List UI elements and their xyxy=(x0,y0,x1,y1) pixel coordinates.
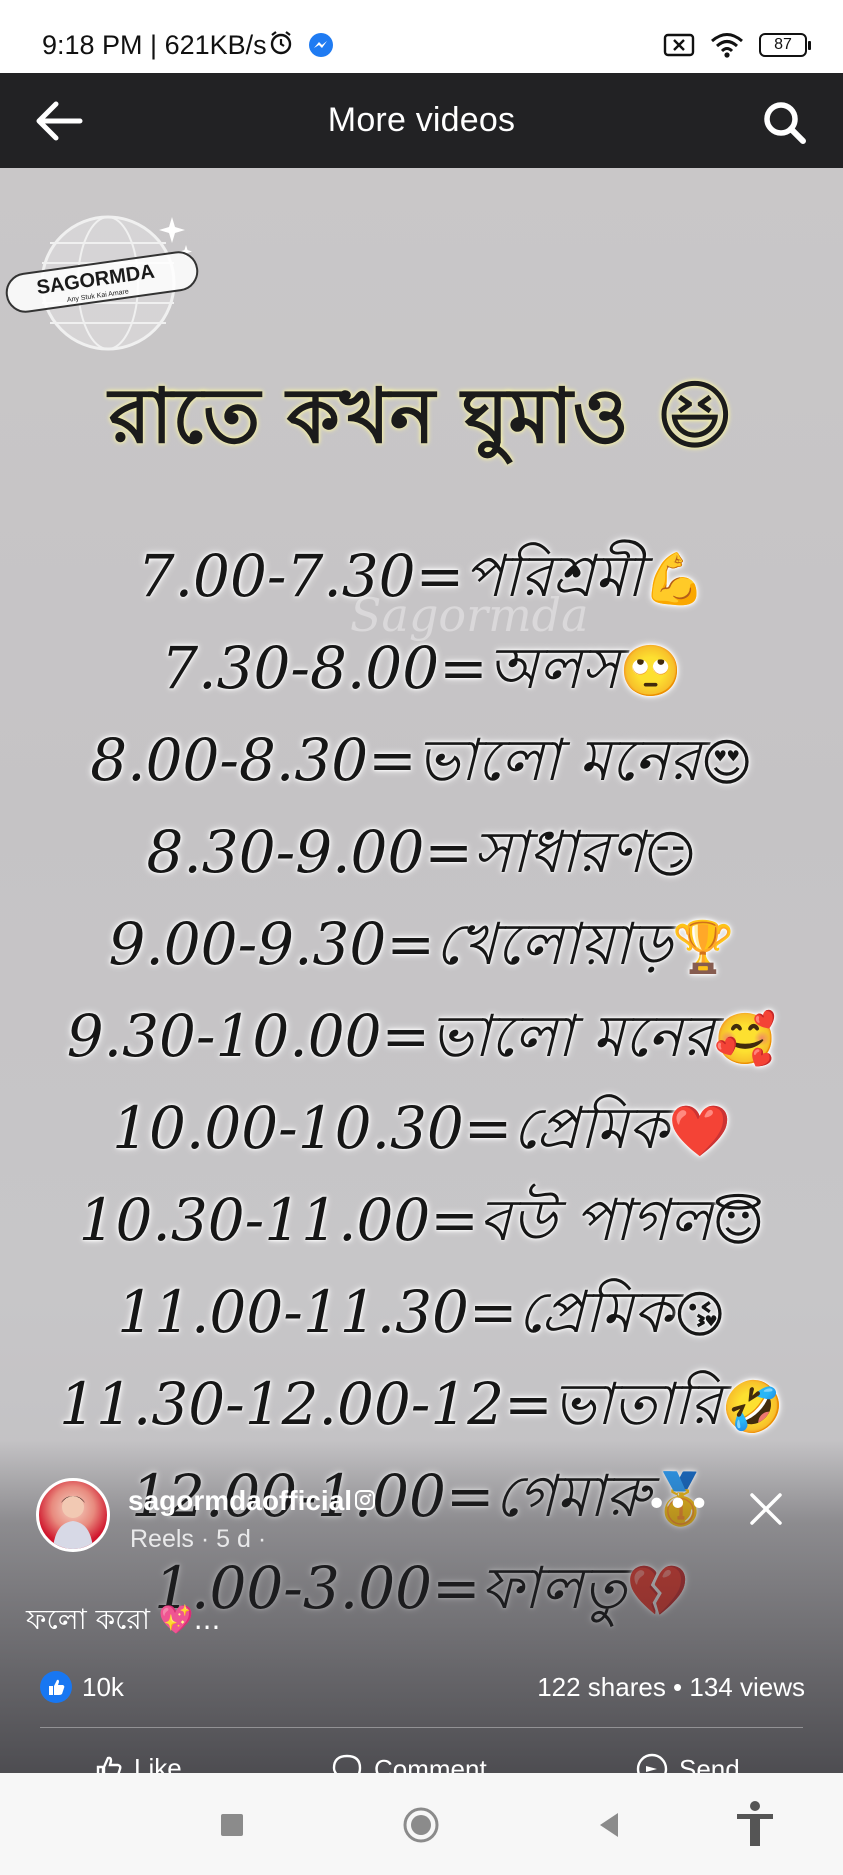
comment-label: Comment xyxy=(374,1753,487,1774)
more-options-button[interactable]: ••• xyxy=(646,1485,710,1525)
messenger-icon xyxy=(309,33,333,57)
send-icon xyxy=(636,1753,668,1773)
wifi-icon xyxy=(711,33,743,58)
accessibility-icon[interactable] xyxy=(732,1799,778,1849)
sleep-time-line: 8.30-9.00=সাধারণ😏 xyxy=(0,806,843,898)
system-nav-bar xyxy=(0,1773,843,1875)
alarm-icon xyxy=(270,31,292,55)
line-emoji-icon: 🏆 xyxy=(672,918,735,976)
sleep-time-line: 10.00-10.30=প্রেমিক❤️ xyxy=(0,1082,843,1174)
status-time: 9:18 PM | 621KB/s xyxy=(42,30,267,60)
line-emoji-icon: 😍 xyxy=(700,734,753,792)
sleep-time-line: 9.00-9.30=খেলোয়াড়🏆 xyxy=(0,898,843,990)
avatar[interactable] xyxy=(36,1478,110,1552)
line-emoji-icon: 😏 xyxy=(644,826,697,884)
post-meta: Reels · 5 d · xyxy=(130,1525,267,1553)
recents-square-icon[interactable] xyxy=(210,1803,254,1847)
like-button[interactable]: Like xyxy=(92,1752,182,1773)
sleep-time-text: 11.00-11.30=প্রেমিক xyxy=(117,1278,674,1346)
instagram-icon xyxy=(355,1490,375,1510)
sleep-time-text: 10.30-11.00=বউ পাগল xyxy=(78,1186,713,1254)
line-emoji-icon: ❤️ xyxy=(668,1102,731,1160)
line-emoji-icon: 💪 xyxy=(643,550,706,608)
sim-blocked-icon xyxy=(663,33,695,57)
sleep-time-text: 10.00-10.30=প্রেমিক xyxy=(112,1094,669,1162)
sleep-time-text: 9.00-9.30=খেলোয়াড় xyxy=(108,910,673,978)
top-app-bar: More videos xyxy=(0,73,843,168)
post-caption[interactable]: ফলো করো 💖... xyxy=(26,1598,220,1645)
status-bar: 9:18 PM | 621KB/s 87 xyxy=(0,0,843,73)
sleep-time-text: 9.30-10.00=ভালো মনের xyxy=(66,1002,714,1070)
action-bar: Like Comment Send xyxy=(0,1748,843,1773)
status-icons: 87 xyxy=(663,31,811,59)
search-icon[interactable] xyxy=(757,95,813,151)
home-circle-icon[interactable] xyxy=(399,1803,443,1847)
sleep-time-line: 9.30-10.00=ভালো মনের🥰 xyxy=(0,990,843,1082)
line-emoji-icon: 🤣 xyxy=(721,1378,784,1436)
line-emoji-icon: 😘 xyxy=(673,1286,726,1344)
author-name[interactable]: sagormdaofficial xyxy=(128,1485,352,1517)
video-title: রাতে কখন ঘুমাও 😆 xyxy=(0,358,843,485)
comment-button[interactable]: Comment xyxy=(330,1752,487,1773)
watermark-overlay-text: Sagormda xyxy=(350,588,589,642)
battery-icon: 87 xyxy=(759,33,811,57)
battery-level: 87 xyxy=(774,36,792,53)
sleep-time-line: 8.00-8.30=ভালো মনের😍 xyxy=(0,714,843,806)
like-count[interactable]: 10k xyxy=(82,1672,124,1703)
sleep-time-text: 7.30-8.00=অলস xyxy=(161,634,620,702)
sleep-time-line: 10.30-11.00=বউ পাগল😇 xyxy=(0,1174,843,1266)
author-row: sagormdaofficial Reels · 5 d · ••• xyxy=(36,1475,816,1565)
line-emoji-icon: 🥰 xyxy=(713,1010,777,1068)
avatar-person-icon xyxy=(53,1496,93,1549)
page-title: More videos xyxy=(327,101,516,139)
like-icon xyxy=(96,1756,122,1773)
sleep-time-text: 8.00-8.30=ভালো মনের xyxy=(90,726,701,794)
like-label: Like xyxy=(134,1752,182,1774)
comment-icon xyxy=(332,1754,362,1773)
shares-views[interactable]: 122 shares • 134 views xyxy=(537,1672,805,1703)
sleep-time-line: 11.30-12.00-12=ভাতারি🤣 xyxy=(0,1358,843,1450)
stats-row: 10k 122 shares • 134 views xyxy=(40,1668,805,1708)
divider xyxy=(40,1727,803,1728)
like-reaction-icon xyxy=(40,1671,72,1703)
sleep-time-text: 11.30-12.00-12=ভাতারি xyxy=(59,1370,722,1438)
line-emoji-icon: 🙄 xyxy=(619,642,682,700)
line-emoji-icon: 😇 xyxy=(712,1194,765,1252)
back-triangle-icon[interactable] xyxy=(588,1803,632,1847)
sleep-time-text: 8.30-9.00=সাধারণ xyxy=(146,818,645,886)
sagormda-watermark-logo: SAGORMDA Any Stuk Kai Amare xyxy=(5,215,199,351)
send-button[interactable]: Send xyxy=(635,1752,740,1773)
sleep-time-line: 11.00-11.30=প্রেমিক😘 xyxy=(0,1266,843,1358)
close-icon[interactable] xyxy=(742,1485,790,1533)
send-label: Send xyxy=(679,1753,740,1774)
screen: 9:18 PM | 621KB/s 87 More videos SAGORMD… xyxy=(0,0,843,1875)
laughing-emoji-icon: 😆 xyxy=(655,371,735,460)
video-title-text: রাতে কখন ঘুমাও xyxy=(108,371,629,460)
